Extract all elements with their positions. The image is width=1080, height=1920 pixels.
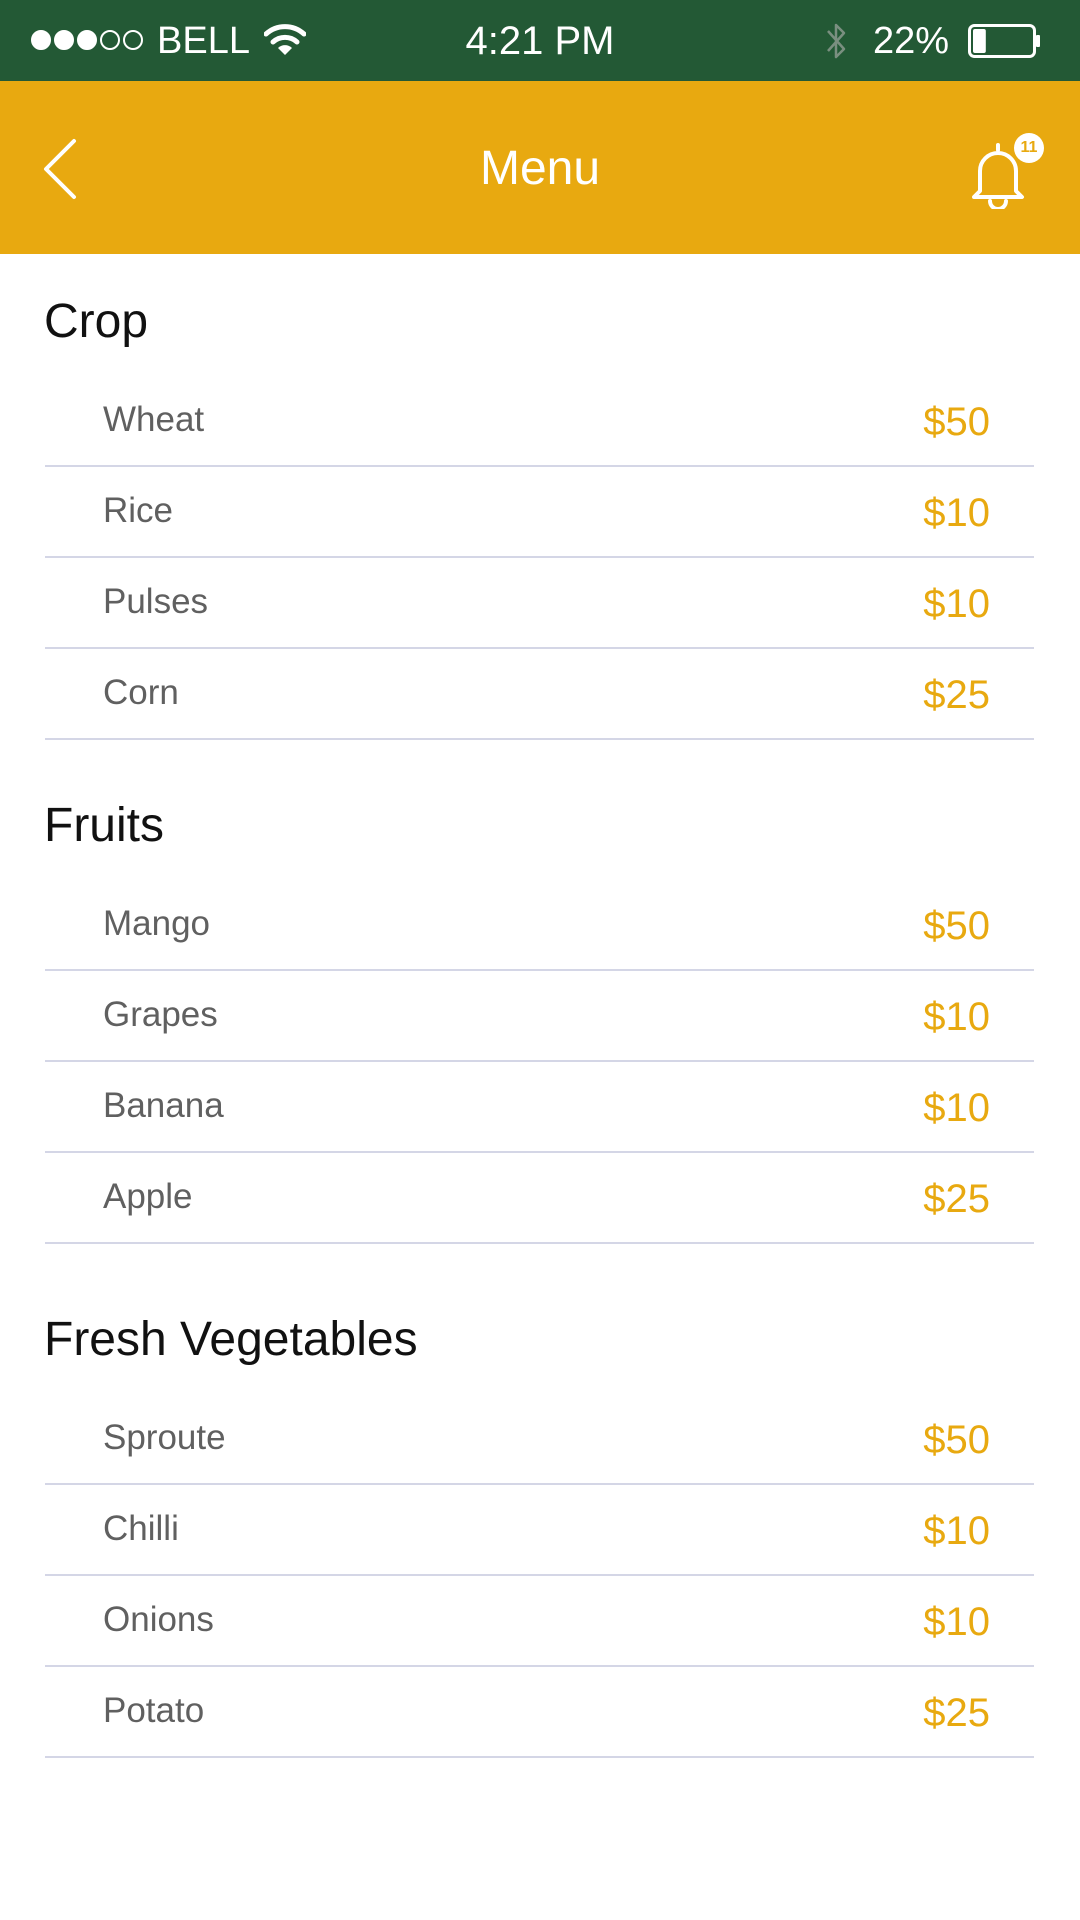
item-price: $50 <box>923 904 990 948</box>
item-name: Rice <box>103 491 174 530</box>
status-bar: BELL 4:21 PM 22% <box>0 0 1080 81</box>
item-name: Grapes <box>103 995 218 1034</box>
item-name: Potato <box>103 1691 205 1730</box>
menu-item[interactable]: Corn $25 <box>45 649 1034 740</box>
item-price: $50 <box>923 1418 990 1462</box>
battery-icon <box>968 24 1040 58</box>
menu-item[interactable]: Rice $10 <box>45 467 1034 558</box>
menu-item[interactable]: Sproute $50 <box>45 1394 1034 1485</box>
item-name: Wheat <box>103 400 205 439</box>
menu-section-fruits: Fruits Mango $50 Grapes $10 Banana $10 Appl… <box>0 750 1080 1244</box>
item-list: Wheat $50 Rice $10 Pulses $10 Corn $25 <box>0 376 1080 740</box>
bluetooth-icon <box>827 23 846 59</box>
item-name: Banana <box>103 1086 224 1125</box>
item-name: Corn <box>103 673 179 712</box>
menu-item[interactable]: Wheat $50 <box>45 376 1034 467</box>
menu-section-fresh-vegetables: Fresh Vegetables Sproute $50 Chilli $10 On… <box>0 1254 1080 1758</box>
item-price: $10 <box>923 995 990 1039</box>
item-price: $10 <box>923 1600 990 1644</box>
item-price: $25 <box>923 673 990 717</box>
notifications-button[interactable]: 11 <box>968 133 1044 213</box>
section-title: Fruits <box>44 799 164 852</box>
item-price: $10 <box>923 1509 990 1553</box>
item-price: $10 <box>923 491 990 535</box>
notification-badge: 11 <box>1014 133 1044 163</box>
menu-section-crop: Crop Wheat $50 Rice $10 Pulses $10 Corn $25 <box>0 254 1080 740</box>
item-price: $10 <box>923 582 990 626</box>
menu-item[interactable]: Potato $25 <box>45 1667 1034 1758</box>
item-name: Pulses <box>103 582 209 621</box>
item-name: Sproute <box>103 1418 226 1457</box>
page-title: Menu <box>479 142 601 195</box>
item-list: Sproute $50 Chilli $10 Onions $10 Potato $25 <box>0 1394 1080 1758</box>
menu-list: Crop Wheat $50 Rice $10 Pulses $10 Corn $25 … <box>0 254 1080 1768</box>
nav-header: Menu 11 <box>0 81 1080 254</box>
menu-item[interactable]: Banana $10 <box>45 1062 1034 1153</box>
item-price: $50 <box>923 400 990 444</box>
item-name: Chilli <box>103 1509 179 1548</box>
menu-item[interactable]: Grapes $10 <box>45 971 1034 1062</box>
menu-item[interactable]: Onions $10 <box>45 1576 1034 1667</box>
item-name: Apple <box>103 1177 193 1216</box>
item-price: $10 <box>923 1086 990 1130</box>
item-name: Mango <box>103 904 211 943</box>
menu-item[interactable]: Chilli $10 <box>45 1485 1034 1576</box>
item-price: $25 <box>923 1177 990 1221</box>
item-price: $25 <box>923 1691 990 1735</box>
section-title: Fresh Vegetables <box>44 1313 418 1366</box>
item-name: Onions <box>103 1600 214 1639</box>
battery-percent: 22% <box>873 20 950 62</box>
item-list: Mango $50 Grapes $10 Banana $10 Apple $25 <box>0 880 1080 1244</box>
menu-item[interactable]: Mango $50 <box>45 880 1034 971</box>
section-title: Crop <box>44 295 149 348</box>
menu-item[interactable]: Pulses $10 <box>45 558 1034 649</box>
menu-item[interactable]: Apple $25 <box>45 1153 1034 1244</box>
